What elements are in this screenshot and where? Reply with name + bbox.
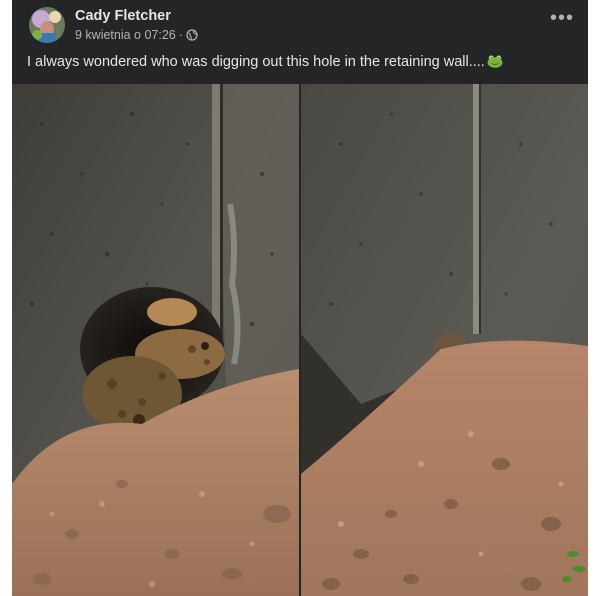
caption-text: I always wondered who was digging out th… (27, 54, 485, 70)
post-timestamp[interactable]: 9 kwietnia o 07:26 (75, 28, 176, 42)
avatar-image (29, 7, 65, 43)
meta-separator: · (178, 28, 183, 42)
frog-face-icon (487, 54, 503, 72)
post-meta: 9 kwietnia o 07:26 · (75, 28, 198, 42)
post-header: Cady Fletcher 9 kwietnia o 07:26 · ••• (12, 0, 588, 48)
avatar[interactable] (29, 7, 65, 43)
photo-grid[interactable] (12, 84, 588, 596)
globe-icon (186, 29, 198, 41)
author-name[interactable]: Cady Fletcher (75, 8, 171, 24)
post-card: Cady Fletcher 9 kwietnia o 07:26 · ••• I… (12, 0, 588, 596)
photo-toads-in-hole[interactable] (12, 84, 299, 596)
photo-filled-hole[interactable] (301, 84, 588, 596)
post-caption: I always wondered who was digging out th… (27, 54, 503, 72)
more-options-button[interactable]: ••• (548, 8, 576, 34)
